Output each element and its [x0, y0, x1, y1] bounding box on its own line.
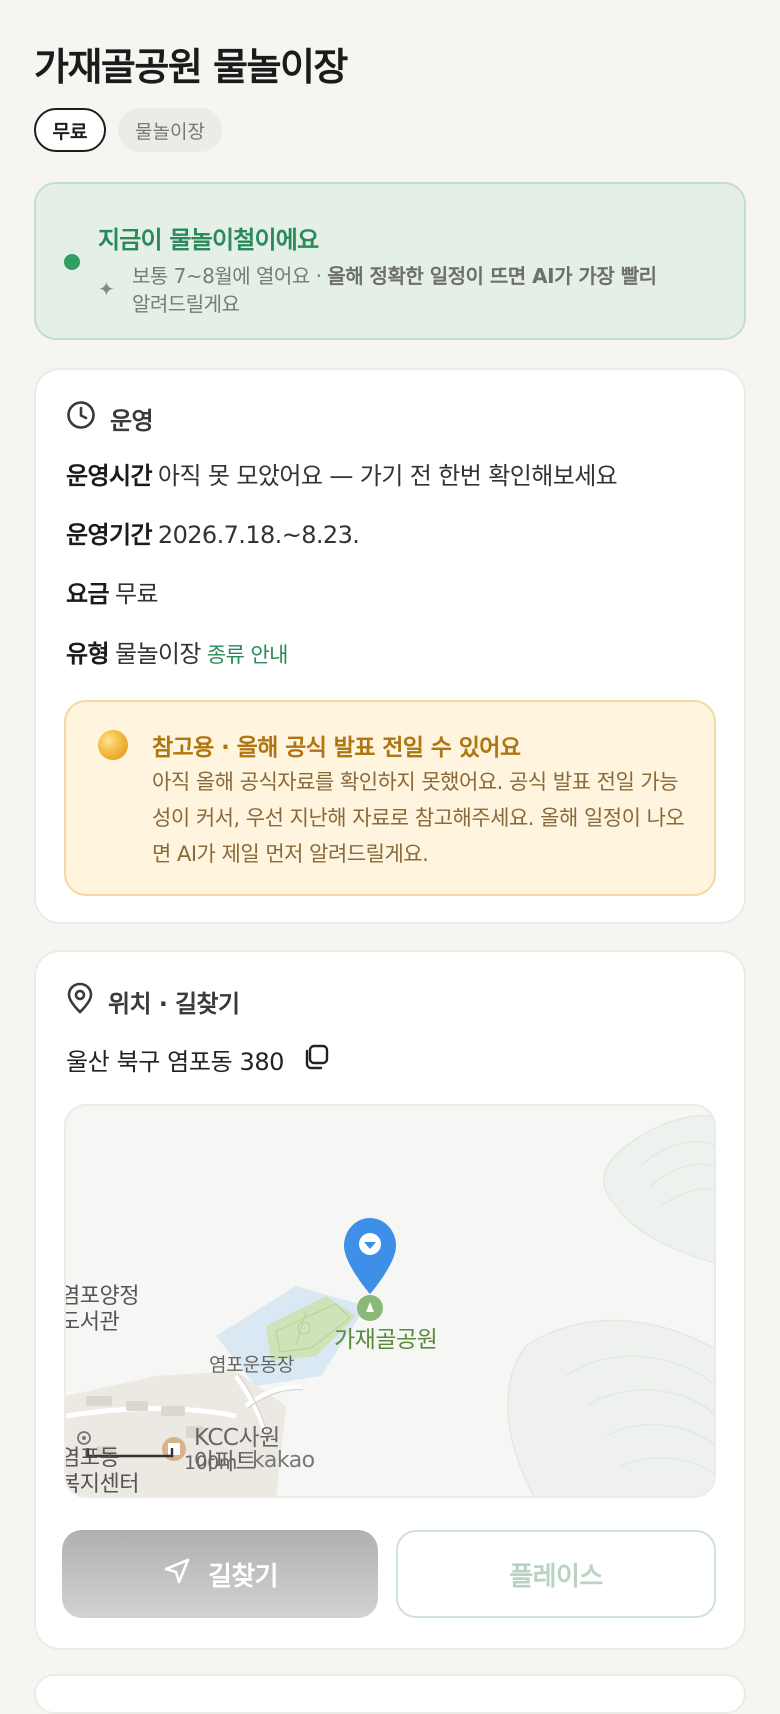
- season-body: 보통 7~8월에 열어요 · 올해 정확한 일정이 뜨면 AI가 가장 빨리알려…: [132, 262, 732, 318]
- reference-notice: 참고용 · 올해 공식 발표 전일 수 있어요 아직 올해 공식자료를 확인하지…: [64, 700, 716, 896]
- row-type-value: 물놀이장: [114, 640, 202, 668]
- operation-card: 운영 운영시간 아직 못 모았어요 — 가기 전 한번 확인해보세요 운영기간 20…: [34, 368, 746, 924]
- row-hours-value: 아직 못 모았어요 — 가기 전 한번 확인해보세요: [157, 462, 618, 490]
- map-label-library-2: 도서관: [64, 1310, 120, 1335]
- location-header: 위치 · 길찾기: [66, 982, 240, 1020]
- season-headline: 지금이 물놀이철이에요: [98, 226, 319, 254]
- next-card-edge: [34, 1674, 746, 1714]
- row-fee-value: 무료: [114, 580, 159, 608]
- map-label-stadium: 염포운동장: [209, 1354, 294, 1376]
- operation-header: 운영: [66, 400, 154, 436]
- row-period: 운영기간 2026.7.18.~8.23.: [66, 515, 360, 550]
- map-provider-logo: kakao: [252, 1448, 315, 1473]
- location-title: 위치 · 길찾기: [108, 989, 240, 1018]
- location-card: 위치 · 길찾기 울산 북구 염포동 380 가재골공원 염포양정 도서관 염포…: [34, 950, 746, 1650]
- row-type: 유형 물놀이장 종류 안내: [66, 634, 288, 669]
- map-scale-label: 100m: [184, 1452, 237, 1474]
- notice-body: 아직 올해 공식자료를 확인하지 못했어요. 공식 발표 전일 가능성이 커서,…: [152, 770, 685, 866]
- row-type-key: 유형: [66, 640, 110, 668]
- navigation-arrow-icon: [162, 1556, 192, 1593]
- row-hours: 운영시간 아직 못 모았어요 — 가기 전 한번 확인해보세요: [66, 456, 618, 491]
- clock-icon: [66, 400, 96, 436]
- row-fee-key: 요금: [66, 580, 110, 608]
- place-label: 플레이스: [509, 1561, 603, 1592]
- season-body-suffix: 알려드릴게요: [132, 292, 240, 316]
- page: 가재골공원 물놀이장 무료 물놀이장 지금이 물놀이철이에요 ✦ 보통 7~8월…: [0, 0, 780, 1714]
- address-text: 울산 북구 염포동 380: [66, 1048, 285, 1076]
- chip-free[interactable]: 무료: [34, 108, 106, 152]
- tag-chips: 무료 물놀이장: [34, 108, 222, 152]
- row-period-key: 운영기간: [66, 521, 153, 549]
- season-banner: 지금이 물놀이철이에요 ✦ 보통 7~8월에 열어요 · 올해 정확한 일정이 …: [34, 182, 746, 340]
- map-view[interactable]: 가재골공원 염포양정 도서관 염포운동장 KCC사원 아파트 염포동 복지센터 …: [64, 1104, 716, 1498]
- season-body-bold: 올해 정확한 일정이 뜨면 AI가 가장 빨리: [327, 264, 657, 288]
- directions-label: 길찾기: [208, 1561, 279, 1592]
- chip-type[interactable]: 물놀이장: [118, 108, 222, 152]
- sparkle-icon: ✦: [98, 277, 115, 301]
- place-button[interactable]: 플레이스: [396, 1530, 716, 1618]
- season-body-prefix: 보통 7~8월에 열어요 ·: [132, 264, 328, 288]
- row-period-value: 2026.7.18.~8.23.: [157, 521, 360, 549]
- directions-button[interactable]: 길찾기: [62, 1530, 378, 1618]
- location-pin-icon: [66, 982, 94, 1020]
- map-label-welfare-2: 복지센터: [64, 1472, 139, 1497]
- notice-headline: 참고용 · 올해 공식 발표 전일 수 있어요: [152, 735, 521, 761]
- sun-icon: [98, 730, 128, 760]
- page-title: 가재골공원 물놀이장: [34, 45, 348, 89]
- operation-title: 운영: [110, 406, 154, 435]
- row-fee: 요금 무료: [66, 574, 159, 609]
- copy-icon[interactable]: [302, 1043, 330, 1077]
- row-hours-key: 운영시간: [66, 462, 153, 490]
- map-label-park: 가재골공원: [334, 1327, 438, 1353]
- status-dot: [64, 254, 80, 270]
- address-row: 울산 북구 염포동 380: [66, 1042, 330, 1077]
- type-guide-link[interactable]: 종류 안내: [207, 643, 289, 667]
- map-canvas: [66, 1106, 714, 1496]
